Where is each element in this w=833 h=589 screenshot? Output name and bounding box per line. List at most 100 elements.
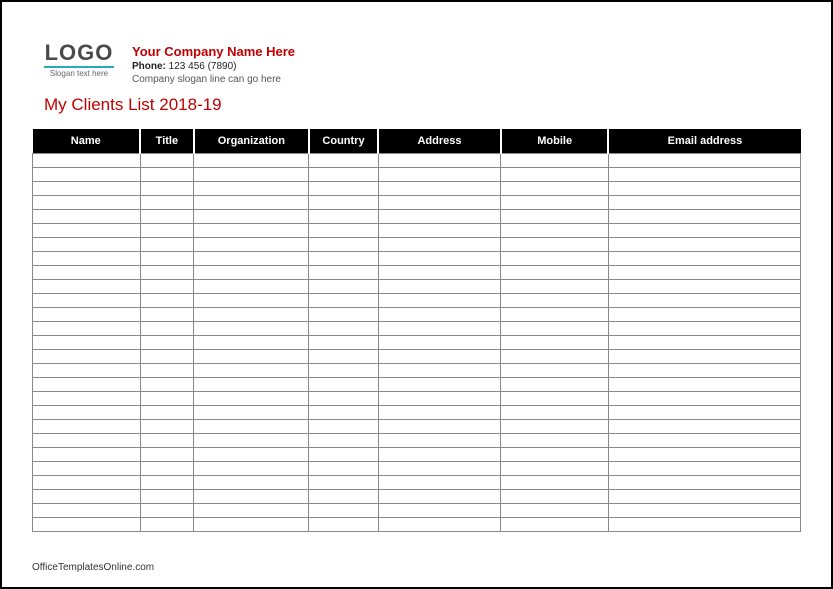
table-cell — [140, 378, 194, 392]
table-row — [33, 364, 801, 378]
table-cell — [378, 210, 501, 224]
table-cell — [608, 448, 800, 462]
table-cell — [140, 364, 194, 378]
logo-underline — [44, 66, 114, 68]
column-header: Address — [378, 129, 501, 154]
table-cell — [194, 196, 309, 210]
phone-value: 123 456 (7890) — [169, 61, 237, 72]
table-cell — [608, 490, 800, 504]
table-cell — [140, 406, 194, 420]
table-row — [33, 392, 801, 406]
table-cell — [194, 476, 309, 490]
table-cell — [378, 490, 501, 504]
table-cell — [140, 322, 194, 336]
table-cell — [309, 434, 378, 448]
table-cell — [501, 210, 609, 224]
table-row — [33, 210, 801, 224]
table-row — [33, 266, 801, 280]
table-cell — [194, 378, 309, 392]
table-cell — [194, 406, 309, 420]
table-cell — [194, 350, 309, 364]
table-header-row: NameTitleOrganizationCountryAddressMobil… — [33, 129, 801, 154]
table-cell — [309, 350, 378, 364]
table-row — [33, 518, 801, 532]
table-cell — [140, 518, 194, 532]
table-cell — [501, 182, 609, 196]
table-cell — [309, 168, 378, 182]
table-cell — [309, 364, 378, 378]
table-row — [33, 350, 801, 364]
table-row — [33, 182, 801, 196]
table-cell — [194, 490, 309, 504]
company-name: Your Company Name Here — [132, 44, 295, 59]
table-cell — [194, 504, 309, 518]
table-cell — [33, 182, 141, 196]
table-row — [33, 280, 801, 294]
table-cell — [608, 238, 800, 252]
table-cell — [309, 308, 378, 322]
table-cell — [140, 462, 194, 476]
table-cell — [378, 294, 501, 308]
table-cell — [378, 322, 501, 336]
table-cell — [309, 518, 378, 532]
table-cell — [608, 420, 800, 434]
table-cell — [501, 448, 609, 462]
table-cell — [194, 182, 309, 196]
table-cell — [378, 238, 501, 252]
table-cell — [378, 252, 501, 266]
table-cell — [378, 406, 501, 420]
table-cell — [140, 392, 194, 406]
table-cell — [140, 252, 194, 266]
table-cell — [309, 196, 378, 210]
table-cell — [194, 252, 309, 266]
table-cell — [194, 322, 309, 336]
table-cell — [140, 336, 194, 350]
table-cell — [501, 350, 609, 364]
clients-table: NameTitleOrganizationCountryAddressMobil… — [32, 129, 801, 532]
table-cell — [309, 154, 378, 168]
table-cell — [378, 182, 501, 196]
document-header: LOGO Slogan text here Your Company Name … — [44, 42, 801, 85]
table-cell — [33, 378, 141, 392]
table-cell — [194, 238, 309, 252]
table-cell — [33, 294, 141, 308]
table-row — [33, 294, 801, 308]
table-cell — [501, 392, 609, 406]
table-cell — [194, 266, 309, 280]
table-cell — [378, 462, 501, 476]
table-cell — [33, 196, 141, 210]
column-header: Country — [309, 129, 378, 154]
table-row — [33, 420, 801, 434]
table-cell — [501, 462, 609, 476]
table-cell — [194, 448, 309, 462]
table-cell — [140, 210, 194, 224]
table-cell — [501, 280, 609, 294]
table-cell — [33, 308, 141, 322]
table-row — [33, 252, 801, 266]
table-cell — [309, 280, 378, 294]
table-cell — [608, 364, 800, 378]
table-cell — [378, 420, 501, 434]
table-cell — [501, 364, 609, 378]
table-cell — [33, 154, 141, 168]
table-cell — [501, 420, 609, 434]
table-cell — [608, 504, 800, 518]
table-cell — [309, 266, 378, 280]
table-cell — [501, 196, 609, 210]
table-cell — [608, 280, 800, 294]
table-row — [33, 504, 801, 518]
table-row — [33, 448, 801, 462]
table-cell — [378, 518, 501, 532]
table-cell — [378, 266, 501, 280]
table-cell — [33, 210, 141, 224]
table-cell — [33, 406, 141, 420]
table-row — [33, 196, 801, 210]
table-cell — [140, 490, 194, 504]
table-cell — [309, 420, 378, 434]
table-cell — [194, 280, 309, 294]
table-cell — [309, 252, 378, 266]
table-cell — [33, 224, 141, 238]
table-cell — [309, 322, 378, 336]
table-cell — [608, 392, 800, 406]
table-row — [33, 336, 801, 350]
